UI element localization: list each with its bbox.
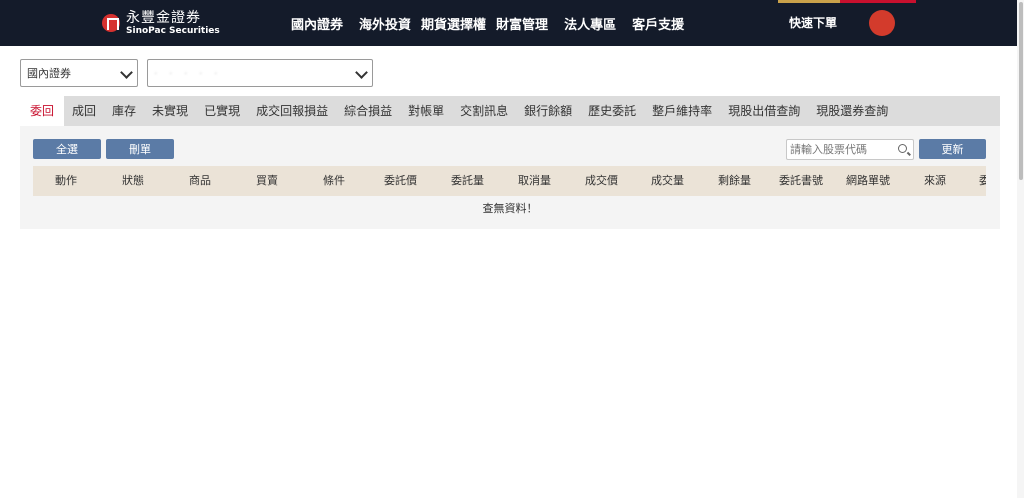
sinopac-logo-icon [102, 14, 120, 32]
column-header[interactable]: 委託價 [384, 166, 417, 196]
sinopac-logo[interactable]: 永豐金證券 SinoPac Securities [102, 9, 220, 37]
empty-table-message: 查無資料！ [482, 202, 538, 215]
column-header[interactable]: 取消量 [518, 166, 551, 196]
nav-wealth-management[interactable]: 財富管理 [496, 14, 548, 33]
tab-unrealized[interactable]: 未實現 [144, 96, 196, 126]
tab-maintenance-ratio[interactable]: 整戶維持率 [644, 96, 720, 126]
query-tabs: 委回 成回 庫存 未實現 已實現 成交回報損益 綜合損益 對帳單 交割訊息 銀行… [20, 96, 1000, 126]
search-icon[interactable] [898, 144, 907, 153]
stock-code-input[interactable] [790, 143, 890, 156]
column-header[interactable]: 委 [979, 166, 986, 196]
brand-name-cn: 永豐金證券 [126, 9, 201, 26]
accent-bar-gold [778, 0, 840, 3]
tab-inventory[interactable]: 庫存 [104, 96, 144, 126]
nav-institutional[interactable]: 法人專區 [564, 14, 616, 33]
tab-overall-pnl[interactable]: 綜合損益 [336, 96, 400, 126]
tab-trade-report[interactable]: 成回 [64, 96, 104, 126]
accent-bar-red [840, 0, 916, 3]
nav-overseas-investment[interactable]: 海外投資 [359, 14, 411, 33]
main-nav: 國內證券 海外投資 期貨選擇權 財富管理 法人專區 客戶支援 [291, 0, 700, 46]
column-header[interactable]: 成交量 [651, 166, 684, 196]
page-scrollbar-thumb[interactable] [1019, 2, 1023, 180]
column-header[interactable]: 條件 [323, 166, 345, 196]
user-avatar[interactable] [869, 10, 895, 36]
column-header[interactable]: 狀態 [122, 166, 144, 196]
stock-search [786, 139, 914, 160]
tab-stock-return[interactable]: 現股還券查詢 [808, 96, 896, 126]
tab-trade-pnl[interactable]: 成交回報損益 [248, 96, 336, 126]
tab-statement[interactable]: 對帳單 [400, 96, 452, 126]
tab-stock-lending[interactable]: 現股出借查詢 [720, 96, 808, 126]
column-header[interactable]: 委託量 [451, 166, 484, 196]
market-select[interactable]: 國內證券 [20, 59, 138, 87]
tab-order-report[interactable]: 委回 [20, 96, 65, 126]
column-header[interactable]: 商品 [189, 166, 211, 196]
order-report-panel: 全選 刪單 更新 動作 狀態 商品 買賣 條件 委託價 委託量 取消量 成交價 … [20, 126, 1000, 229]
nav-futures-options[interactable]: 期貨選擇權 [421, 14, 486, 33]
brand-name-en: SinoPac Securities [126, 25, 220, 36]
tab-bank-balance[interactable]: 銀行餘額 [516, 96, 580, 126]
chevron-down-icon [355, 66, 368, 79]
top-navbar: 永豐金證券 SinoPac Securities 國內證券 海外投資 期貨選擇權… [0, 0, 1024, 46]
delete-order-button[interactable]: 刪單 [106, 139, 174, 159]
tab-order-history[interactable]: 歷史委託 [580, 96, 644, 126]
account-select[interactable]: · · · · · [147, 59, 373, 87]
nav-domestic-securities[interactable]: 國內證券 [291, 14, 343, 33]
refresh-button[interactable]: 更新 [919, 139, 986, 159]
nav-customer-support[interactable]: 客戶支援 [632, 14, 684, 33]
tab-settlement[interactable]: 交割訊息 [452, 96, 516, 126]
chevron-down-icon [120, 66, 133, 79]
column-header[interactable]: 委託書號 [779, 166, 823, 196]
column-header[interactable]: 來源 [924, 166, 946, 196]
column-header[interactable]: 剩餘量 [718, 166, 751, 196]
select-all-button[interactable]: 全選 [33, 139, 101, 159]
column-header[interactable]: 網路單號 [846, 166, 890, 196]
column-header[interactable]: 成交價 [585, 166, 618, 196]
account-select-value: · · · · · [154, 66, 222, 80]
tab-realized[interactable]: 已實現 [196, 96, 248, 126]
market-select-value: 國內證券 [27, 67, 71, 80]
column-header[interactable]: 買賣 [256, 166, 278, 196]
quick-order-link[interactable]: 快速下單 [789, 14, 837, 31]
table-header: 動作 狀態 商品 買賣 條件 委託價 委託量 取消量 成交價 成交量 剩餘量 委… [33, 166, 986, 196]
column-header[interactable]: 動作 [55, 166, 77, 196]
